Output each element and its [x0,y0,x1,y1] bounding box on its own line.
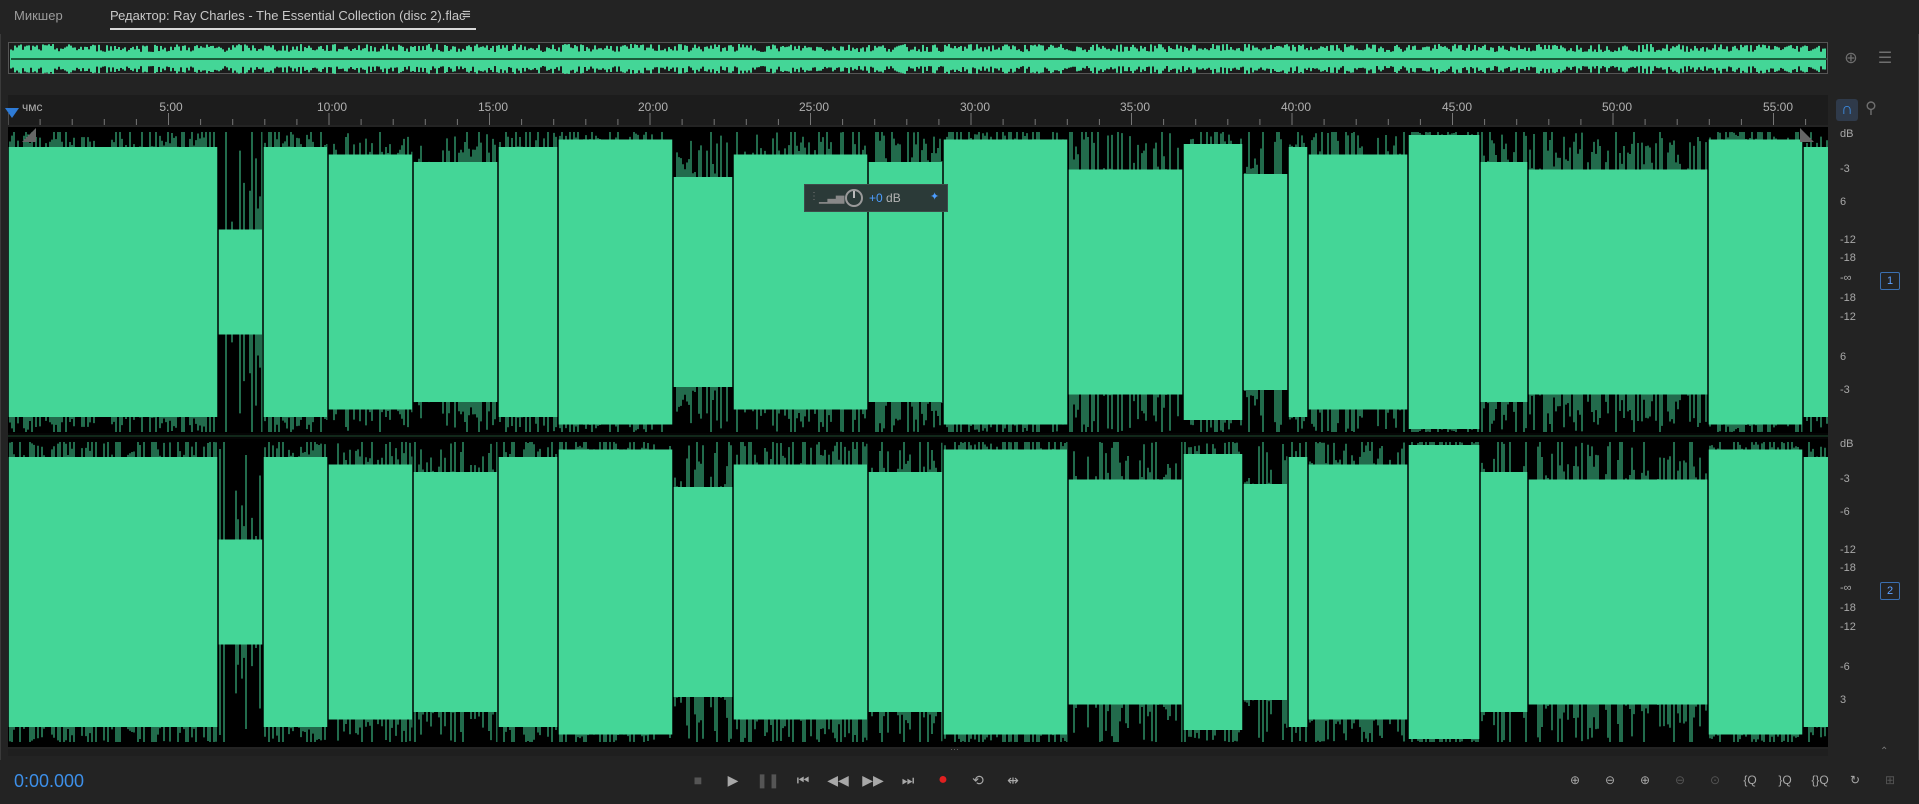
tab-editor[interactable]: Редактор: Ray Charles - The Essential Co… [110,8,466,23]
db-label: -12 [1840,544,1856,556]
db-label: -18 [1840,292,1856,304]
db-label: -6 [1840,661,1850,673]
waveform-display[interactable] [8,127,1828,747]
loop-icon[interactable]: ⟲ [965,768,991,792]
db-label: -12 [1840,234,1856,246]
horizontal-scrollbar[interactable]: ⋯ [8,744,1828,756]
zoom-navigator-icon[interactable]: ⊕ [1840,48,1862,70]
waveform-channels [8,132,1828,742]
volume-value: +0 dB [869,191,901,205]
tab-bar: Микшер Редактор: Ray Charles - The Essen… [0,0,1919,34]
tab-mixer[interactable]: Микшер [14,8,63,23]
fast-forward-icon[interactable]: ▶▶ [860,768,886,792]
db-label: -18 [1840,602,1856,614]
db-label: -18 [1840,252,1856,264]
volume-knob[interactable] [845,189,863,207]
zoom-to-selection-icon[interactable]: ⊙ [1700,768,1730,792]
zoom-out-amplitude-icon[interactable]: ⊖ [1595,768,1625,792]
chevron-up-icon[interactable]: ⌃ [1880,746,1888,757]
skip-selection-icon[interactable]: ⇹ [1000,768,1026,792]
pin-icon[interactable]: ✦ [930,190,946,206]
rewind-icon[interactable]: ◀◀ [825,768,851,792]
db-label: dB [1840,438,1854,450]
marker-pin-icon[interactable]: ⚲ [1860,98,1882,120]
zoom-in-point-in-icon[interactable]: {Q [1735,768,1765,792]
db-label: -12 [1840,621,1856,633]
zoom-full-icon[interactable]: ⊞ [1875,768,1905,792]
timecode-display[interactable]: 0:00.000 [14,771,84,792]
record-icon[interactable]: ● [930,768,956,792]
db-label: dB [1840,128,1854,140]
db-label: -6 [1840,506,1850,518]
time-ruler[interactable]: чмс 5:00 10:00 15:00 20:00 25:00 30:00 3… [8,95,1828,125]
db-label: 6 [1840,196,1847,208]
waveform-overview[interactable] [8,42,1828,74]
playhead-marker[interactable] [5,108,19,118]
level-bars-icon: ▁▃▅ [819,192,845,204]
zoom-reset-icon[interactable]: ↻ [1840,768,1870,792]
db-label: -3 [1840,384,1850,396]
play-icon[interactable]: ▶ [720,768,746,792]
skip-to-start-icon[interactable]: ⏮ [790,768,816,792]
drag-grip-icon[interactable]: ⋮ [809,191,819,202]
overview-waveform [10,44,1827,74]
db-label: -12 [1840,311,1856,323]
db-label: -∞ [1840,582,1852,594]
zoom-in-time-icon[interactable]: ⊕ [1630,768,1660,792]
zoom-out-full-icon[interactable]: ⊖ [1665,768,1695,792]
active-tab-underline [110,28,476,30]
channel-1-badge[interactable]: 1 [1880,272,1900,290]
zoom-out-both-icon[interactable]: {}Q [1805,768,1835,792]
skip-to-end-icon[interactable]: ⏭ [895,768,921,792]
db-label: 3 [1840,694,1847,706]
db-label: -3 [1840,163,1850,175]
zoom-in-point-out-icon[interactable]: }Q [1770,768,1800,792]
volume-hud[interactable]: ⋮ ▁▃▅ +0 dB ✦ [804,184,948,212]
scroll-grip-icon[interactable]: ⋯ [950,744,959,755]
zoom-in-amplitude-icon[interactable]: ⊕ [1560,768,1590,792]
monitor-headphones-icon[interactable]: ∩ [1836,99,1858,121]
db-label: -18 [1840,562,1856,574]
stop-icon[interactable]: ■ [685,768,711,792]
channel-2-badge[interactable]: 2 [1880,582,1900,600]
db-label: 6 [1840,351,1847,363]
panel-toggle-icon[interactable]: ☰ [1874,48,1896,70]
hamburger-menu-icon[interactable]: ≡ [462,6,471,23]
pause-icon[interactable]: ❚❚ [755,768,781,792]
ruler-ticks [8,113,1807,125]
db-label: -∞ [1840,272,1852,284]
db-label: -3 [1840,473,1850,485]
